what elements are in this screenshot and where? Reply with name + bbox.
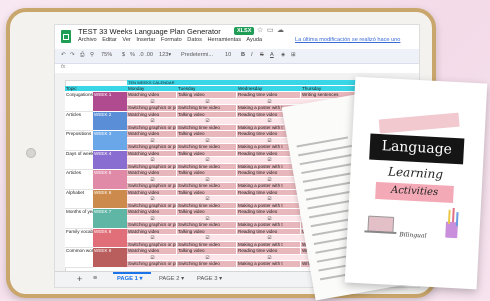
print-icon[interactable]: ⎙ <box>80 52 84 59</box>
add-sheet-icon[interactable]: + <box>77 274 82 284</box>
toolbar: ↶ ↷ ⎙ ⚲ 75% $ % .0 .00 123▾ Predetermi..… <box>55 49 419 64</box>
tab-page-2-label: PAGE 2 <box>159 276 180 282</box>
tab-page-1[interactable]: PAGE 1 ▾ <box>117 276 142 282</box>
topic-cell[interactable]: Months of year <box>65 209 93 229</box>
menu-insertar[interactable]: Insertar <box>136 37 155 43</box>
redo-icon[interactable]: ↷ <box>70 52 75 58</box>
percent-button[interactable]: % <box>130 52 135 58</box>
borders-icon[interactable]: ⊞ <box>291 52 296 58</box>
topic-cell[interactable]: Alphabet <box>65 189 93 209</box>
topic-cell[interactable]: Articles <box>65 170 93 190</box>
menu-editar[interactable]: Editar <box>102 37 117 43</box>
menu-ayuda[interactable]: Ayuda <box>246 37 262 43</box>
week-cell[interactable]: WEEK 2 <box>93 111 127 131</box>
active-tab-indicator <box>113 272 151 274</box>
topic-cell[interactable]: Family vocab <box>65 228 93 248</box>
topic-cell[interactable]: Prepositions <box>65 131 93 151</box>
task-cell[interactable]: Switching time video <box>177 261 237 268</box>
pencil-icon <box>452 207 455 223</box>
cloud-icon[interactable]: ☁ <box>277 26 284 34</box>
title-bar: TEST 33 Weeks Language Plan Generator XL… <box>55 25 419 49</box>
file-format-badge: XLSX <box>234 27 255 35</box>
fx-label: fx <box>61 64 66 70</box>
tab-page-3[interactable]: PAGE 3 ▾ <box>197 276 222 282</box>
cover-pink-tape <box>378 112 460 134</box>
week-cell[interactable]: WEEK 9 <box>93 248 127 268</box>
text-color-button[interactable]: A <box>270 52 274 58</box>
zoom-select[interactable]: 75% <box>101 52 112 58</box>
currency-button[interactable]: $ <box>122 52 125 58</box>
paper-text-line <box>296 136 348 148</box>
folder-icon[interactable]: ▭ <box>267 26 274 34</box>
week-cell[interactable]: WEEK 3 <box>93 131 127 151</box>
week-cell[interactable]: WEEK 7 <box>93 209 127 229</box>
document-title[interactable]: TEST 33 Weeks Language Plan Generator <box>78 27 221 36</box>
menu-datos[interactable]: Datos <box>187 37 202 43</box>
task-cell[interactable]: Switching graphics or prnt <box>127 261 177 268</box>
week-cell[interactable]: WEEK 4 <box>93 150 127 170</box>
font-size-select[interactable]: 10 <box>225 52 231 58</box>
font-select[interactable]: Predetermi... <box>181 52 213 58</box>
week-cell[interactable]: WEEK 5 <box>93 170 127 190</box>
tab-page-2[interactable]: PAGE 2 ▾ <box>159 276 184 282</box>
sheets-logo-icon[interactable] <box>61 30 71 43</box>
menu-ver[interactable]: Ver <box>122 37 130 43</box>
last-edit-link[interactable]: La última modificación se realizó hace u… <box>295 37 400 43</box>
undo-icon[interactable]: ↶ <box>61 52 66 58</box>
menu-archivo[interactable]: Archivo <box>78 37 97 43</box>
decimal-buttons[interactable]: .0 .00 <box>139 52 153 58</box>
strikethrough-button[interactable]: S <box>260 52 264 58</box>
week-cell[interactable]: WEEK 6 <box>93 189 127 209</box>
week-cell[interactable]: WEEK 8 <box>93 228 127 248</box>
week-cell[interactable]: WEEK 1 <box>93 92 127 112</box>
book-cover: Language Learning Activities Bilingual <box>344 76 488 290</box>
tab-page-1-label: PAGE 1 <box>117 276 138 282</box>
menu-bar: Archivo Editar Ver Insertar Formato Dato… <box>78 37 266 43</box>
topic-cell[interactable]: Days of week <box>65 150 93 170</box>
topic-cell[interactable]: Articles <box>65 111 93 131</box>
pencil-icon <box>455 212 459 227</box>
italic-button[interactable]: I <box>251 52 253 58</box>
cover-title-learning: Learning <box>387 164 444 182</box>
all-sheets-icon[interactable]: ≡ <box>93 275 97 282</box>
task-cell[interactable]: Making a poster with t <box>237 261 301 268</box>
tab-page-3-label: PAGE 3 <box>197 276 218 282</box>
home-button <box>26 148 36 158</box>
topic-cell[interactable]: Common words <box>65 248 93 268</box>
bold-button[interactable]: B <box>241 52 245 58</box>
laptop-icon <box>367 215 395 233</box>
fill-color-icon[interactable]: ◈ <box>281 52 285 58</box>
paint-format-icon[interactable]: ⚲ <box>90 52 94 58</box>
menu-formato[interactable]: Formato <box>161 37 182 43</box>
menu-herramientas[interactable]: Herramientas <box>207 37 241 43</box>
number-format-select[interactable]: 123▾ <box>159 52 171 58</box>
paper-text-line <box>301 163 353 174</box>
topic-cell[interactable]: Conjugations <box>65 92 93 112</box>
star-icon[interactable]: ☆ <box>257 26 263 34</box>
cover-brand: Bilingual <box>399 231 427 240</box>
